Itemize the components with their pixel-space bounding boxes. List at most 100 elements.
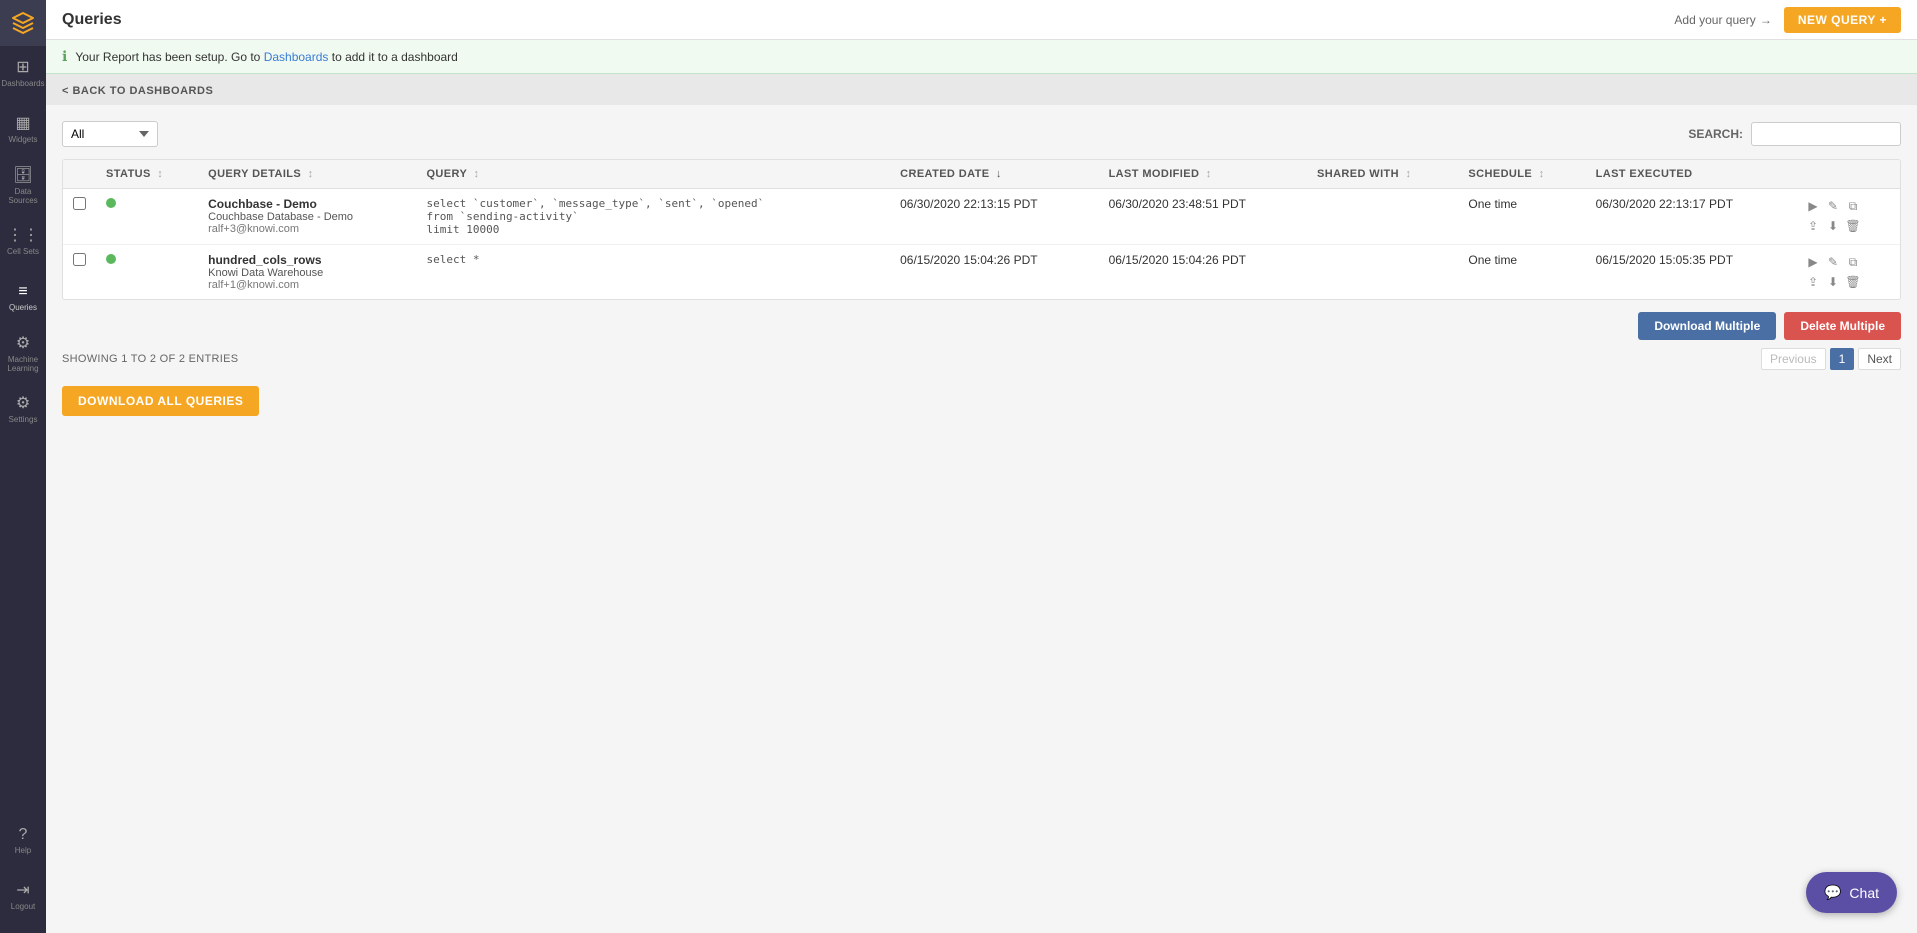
sidebar-logo[interactable] [0, 0, 46, 46]
status-indicator [106, 254, 116, 264]
alert-banner: ℹ Your Report has been setup. Go to Dash… [46, 40, 1917, 74]
sidebar-item-label: Help [15, 846, 31, 855]
schedule-cell: One time [1458, 245, 1585, 300]
sidebar-item-label: Dashboards [1, 79, 44, 88]
sidebar-item-label: Machine Learning [0, 355, 46, 373]
sidebar-item-datasources[interactable]: 🗄 Data Sources [0, 158, 46, 214]
actions-cell: ▶ ✎ ⧉ ⇪ ⬇ 🗑 [1794, 189, 1900, 245]
chat-icon: 💬 [1824, 884, 1841, 901]
dashboards-icon: ⊞ [16, 60, 29, 76]
filter-row: All My Queries Shared SEARCH: [62, 121, 1901, 147]
sidebar-item-label: Logout [11, 902, 35, 911]
row-checkbox[interactable] [73, 253, 86, 266]
sidebar-item-logout[interactable]: ⇥ Logout [0, 869, 46, 925]
chat-label: Chat [1849, 885, 1879, 901]
actions-header [1794, 160, 1900, 189]
created-date-cell: 06/15/2020 15:04:26 PDT [890, 245, 1098, 300]
query-db: Knowi Data Warehouse [208, 267, 406, 279]
share-icon[interactable]: ⇪ [1804, 273, 1822, 291]
share-icon[interactable]: ⇪ [1804, 217, 1822, 235]
query-name: Couchbase - Demo [208, 197, 406, 211]
info-icon: ℹ [62, 48, 67, 65]
new-query-button[interactable]: NEW QUERY + [1784, 7, 1901, 33]
download-multiple-button[interactable]: Download Multiple [1638, 312, 1776, 340]
sidebar-item-queries[interactable]: ≡ Queries [0, 270, 46, 326]
page-1-button[interactable]: 1 [1830, 348, 1855, 370]
download-all-button[interactable]: DOWNLOAD ALL QUERIES [62, 386, 259, 416]
sidebar-item-widgets[interactable]: ▦ Widgets [0, 102, 46, 158]
last-modified-cell: 06/30/2020 23:48:51 PDT [1099, 189, 1307, 245]
filter-select[interactable]: All My Queries Shared [62, 121, 158, 147]
pagination: Previous 1 Next [1761, 348, 1901, 370]
shared-with-header[interactable]: SHARED WITH ↕ [1307, 160, 1458, 189]
row-checkbox-cell [63, 245, 96, 300]
content-area: All My Queries Shared SEARCH: STATUS ↕ Q… [46, 105, 1917, 933]
checkbox-header [63, 160, 96, 189]
last-modified-cell: 06/15/2020 15:04:26 PDT [1099, 245, 1307, 300]
download-icon[interactable]: ⬇ [1824, 273, 1842, 291]
query-sql-cell: select * [416, 245, 890, 300]
page-title: Queries [62, 11, 122, 29]
created-date-header[interactable]: CREATED DATE ↓ [890, 160, 1098, 189]
sidebar-item-dashboards[interactable]: ⊞ Dashboards [0, 46, 46, 102]
sidebar-nav: ⊞ Dashboards ▦ Widgets 🗄 Data Sources ⋮⋮… [0, 46, 46, 813]
last-executed-header[interactable]: LAST EXECUTED [1586, 160, 1794, 189]
query-db: Couchbase Database - Demo [208, 211, 406, 223]
table-body: Couchbase - Demo Couchbase Database - De… [63, 189, 1900, 300]
sidebar-item-label: Cell Sets [7, 247, 39, 256]
row-checkbox-cell [63, 189, 96, 245]
bottom-actions: Download Multiple Delete Multiple [62, 312, 1901, 340]
copy-icon[interactable]: ⧉ [1844, 253, 1862, 271]
sidebar-item-label: Settings [9, 415, 38, 424]
row-checkbox[interactable] [73, 197, 86, 210]
last-modified-header[interactable]: LAST MODIFIED ↕ [1099, 160, 1307, 189]
chat-button[interactable]: 💬 Chat [1806, 872, 1897, 913]
action-icons: ▶ ✎ ⧉ ⇪ ⬇ 🗑 [1804, 197, 1864, 235]
back-to-dashboards-link[interactable]: < BACK TO DASHBOARDS [62, 85, 213, 97]
table-row: Couchbase - Demo Couchbase Database - De… [63, 189, 1900, 245]
created-date-cell: 06/30/2020 22:13:15 PDT [890, 189, 1098, 245]
sidebar-bottom: ? Help ⇥ Logout [0, 813, 46, 933]
sidebar-item-cellsets[interactable]: ⋮⋮ Cell Sets [0, 214, 46, 270]
query-email: ralf+3@knowi.com [208, 223, 406, 235]
copy-icon[interactable]: ⧉ [1844, 197, 1862, 215]
sidebar-item-label: Widgets [9, 135, 38, 144]
next-page-button[interactable]: Next [1858, 348, 1901, 370]
run-icon[interactable]: ▶ [1804, 253, 1822, 271]
delete-icon[interactable]: 🗑 [1844, 273, 1862, 291]
sidebar-item-settings[interactable]: ⚙ Settings [0, 382, 46, 438]
back-bar: < BACK TO DASHBOARDS [46, 74, 1917, 105]
delete-multiple-button[interactable]: Delete Multiple [1784, 312, 1901, 340]
schedule-header[interactable]: SCHEDULE ↕ [1458, 160, 1585, 189]
ml-icon: ⚙ [16, 336, 30, 352]
topbar-right: Add your query → NEW QUERY + [1674, 7, 1901, 33]
edit-icon[interactable]: ✎ [1824, 253, 1842, 271]
edit-icon[interactable]: ✎ [1824, 197, 1842, 215]
sidebar-item-ml[interactable]: ⚙ Machine Learning [0, 326, 46, 382]
query-header[interactable]: QUERY ↕ [416, 160, 890, 189]
last-executed-cell: 06/30/2020 22:13:17 PDT [1586, 189, 1794, 245]
previous-page-button[interactable]: Previous [1761, 348, 1826, 370]
delete-icon[interactable]: 🗑 [1844, 217, 1862, 235]
sidebar: ⊞ Dashboards ▦ Widgets 🗄 Data Sources ⋮⋮… [0, 0, 46, 933]
queries-icon: ≡ [18, 284, 27, 300]
search-input[interactable] [1751, 122, 1901, 146]
sidebar-item-help[interactable]: ? Help [0, 813, 46, 869]
help-icon: ? [19, 827, 28, 843]
topbar: Queries Add your query → NEW QUERY + [46, 0, 1917, 40]
main-content: Queries Add your query → NEW QUERY + ℹ Y… [46, 0, 1917, 933]
action-icons: ▶ ✎ ⧉ ⇪ ⬇ 🗑 [1804, 253, 1864, 291]
run-icon[interactable]: ▶ [1804, 197, 1822, 215]
shared-with-cell [1307, 245, 1458, 300]
alert-text: Your Report has been setup. Go to Dashbo… [75, 50, 458, 64]
download-icon[interactable]: ⬇ [1824, 217, 1842, 235]
download-all-row: DOWNLOAD ALL QUERIES [62, 370, 1901, 416]
status-header[interactable]: STATUS ↕ [96, 160, 198, 189]
settings-icon: ⚙ [16, 396, 30, 412]
queries-table-container: STATUS ↕ QUERY DETAILS ↕ QUERY ↕ CREATED… [62, 159, 1901, 300]
query-details-header[interactable]: QUERY DETAILS ↕ [198, 160, 416, 189]
pagination-row: SHOWING 1 TO 2 OF 2 ENTRIES Previous 1 N… [62, 348, 1901, 370]
query-sql-cell: select `customer`, `message_type`, `sent… [416, 189, 890, 245]
query-name: hundred_cols_rows [208, 253, 406, 267]
dashboards-link[interactable]: Dashboards [264, 50, 329, 64]
